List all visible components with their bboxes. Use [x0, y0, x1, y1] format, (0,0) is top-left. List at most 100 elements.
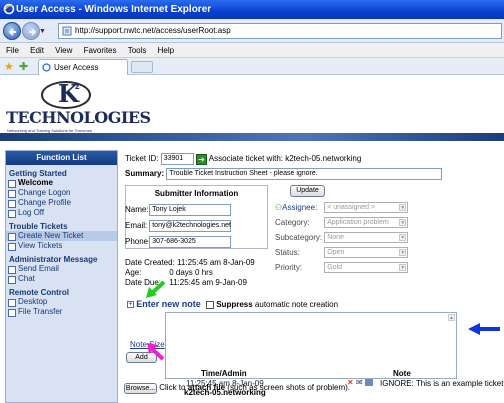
category-select[interactable]: Application problem ▼ — [324, 217, 409, 228]
status-value: Open — [327, 249, 345, 256]
status-label: Status: — [275, 247, 300, 257]
sidebar-item-send-email[interactable]: Send Email — [6, 264, 117, 274]
ie-page-icon — [42, 63, 51, 72]
menu-view[interactable]: View — [55, 43, 72, 58]
chevron-down-icon: ▼ — [399, 249, 407, 256]
name-label: Name: — [125, 205, 149, 215]
date-created-value: 11:25:45 am 8-Jan-09 — [177, 258, 255, 267]
back-arrow-icon — [8, 28, 16, 36]
tab-user-access[interactable]: User Access — [38, 59, 128, 75]
url-field[interactable]: http://support.nwtc.net/access/userRoot.… — [58, 23, 502, 39]
chevron-down-icon: ▼ — [399, 234, 407, 241]
menu-tools[interactable]: Tools — [128, 43, 147, 58]
tab-bar: ★ ✚ User Access — [0, 58, 504, 75]
sidebar-item-log-off[interactable]: Log Off — [6, 208, 117, 218]
logo-sup: 2 — [75, 82, 80, 91]
status-select[interactable]: Open ▼ — [324, 247, 409, 258]
email-field[interactable]: tony@k2technologies.net — [149, 220, 232, 232]
update-button[interactable]: Update — [290, 185, 325, 197]
menu-file[interactable]: File — [6, 43, 19, 58]
submitter-title: Submitter Information — [154, 189, 239, 198]
phone-label: Phone: — [125, 237, 151, 247]
sidebar-item-change-profile[interactable]: Change Profile — [6, 198, 117, 208]
ticket-form: Ticket ID: 33901 ➔ Associate ticket with… — [122, 150, 504, 403]
attach-pre: Click to — [159, 383, 186, 392]
age-label: Age: — [125, 268, 142, 277]
sidebar-item-view-tickets[interactable]: View Tickets — [6, 241, 117, 251]
sidebar-item-chat[interactable]: Chat — [6, 274, 117, 284]
chevron-down-icon: ▼ — [399, 264, 407, 271]
new-tab-button[interactable] — [131, 61, 153, 73]
forward-button[interactable] — [22, 22, 40, 40]
priority-value: Gold — [327, 264, 343, 271]
browse-button[interactable]: Browse... — [124, 383, 157, 394]
category-value: Application problem — [327, 219, 389, 226]
suppress-checkbox[interactable] — [205, 300, 214, 309]
row-time: 11:25:45 am 8-Jan-09 — [186, 379, 264, 388]
page-icon — [62, 26, 72, 36]
function-list-sidebar: Function List Getting Started Welcome Ch… — [5, 150, 118, 403]
name-field[interactable]: Tony Lojek — [149, 204, 232, 216]
k2-logo: K 2 TECHNOLOGIES Networking and Training… — [6, 79, 151, 141]
history-dropdown-icon[interactable]: ▼ — [39, 28, 46, 35]
suppress-label-bold: Suppress — [216, 300, 253, 309]
header-banner — [0, 133, 504, 141]
col-note: Note — [393, 369, 411, 378]
subcategory-select[interactable]: None ▼ — [324, 232, 409, 243]
delete-icon[interactable]: ✕ — [347, 378, 354, 387]
sidebar-item-desktop[interactable]: Desktop — [6, 297, 117, 307]
scroll-up-icon[interactable]: ▲ — [448, 314, 455, 321]
row-admin: k2tech-05.networking — [184, 388, 266, 397]
associate-value: k2tech-05.networking — [285, 154, 362, 164]
sidebar-item-change-logon[interactable]: Change Logon — [6, 188, 117, 198]
sidebar-item-welcome[interactable]: Welcome — [6, 178, 117, 188]
menu-bar: File Edit View Favorites Tools Help — [0, 43, 504, 58]
green-arrow-icon — [146, 280, 166, 298]
menu-help[interactable]: Help — [158, 43, 174, 58]
assignee-value: < unassigned > — [327, 204, 376, 211]
age-value: 0 days 0 hrs — [169, 268, 213, 277]
email-label: Email: — [125, 221, 148, 231]
row-actions: ✕ ✉ — [347, 378, 373, 387]
window-title: User Access - Windows Internet Explorer — [16, 4, 212, 15]
chevron-down-icon: ▼ — [399, 204, 407, 211]
priority-label: Priority: — [275, 262, 303, 272]
sidebar-item-create-new-ticket[interactable]: Create New Ticket — [6, 231, 117, 241]
summary-field[interactable]: Trouble Ticket Instruction Sheet - pleas… — [166, 168, 443, 180]
back-button[interactable] — [3, 22, 21, 40]
image-icon[interactable] — [364, 379, 373, 387]
sidebar-group-remote-control: Remote Control — [9, 288, 69, 297]
page-content: K 2 TECHNOLOGIES Networking and Training… — [0, 75, 504, 403]
date-created-label: Date Created: — [125, 258, 175, 267]
blue-arrow-icon — [468, 323, 500, 335]
favorites-star-icon[interactable]: ★ — [4, 60, 14, 73]
col-time-admin: Time/Admin — [201, 369, 247, 378]
date-due-value: 11:25:45 am 9-Jan-09 — [169, 278, 247, 287]
priority-select[interactable]: Gold ▼ — [324, 262, 409, 273]
assignee-label[interactable]: ⚇Assignee: — [275, 203, 322, 212]
url-text: http://support.nwtc.net/access/userRoot.… — [75, 26, 231, 35]
sidebar-item-file-transfer[interactable]: File Transfer — [6, 307, 117, 317]
sidebar-group-getting-started: Getting Started — [9, 169, 67, 178]
row-note: IGNORE: This is an example ticket for T — [380, 379, 504, 388]
logo-name: TECHNOLOGIES — [6, 108, 151, 127]
reply-icon[interactable]: ✉ — [356, 378, 363, 387]
ticket-id-label: Ticket ID: — [125, 154, 159, 164]
pink-arrow-icon — [147, 343, 165, 361]
associate-go-icon[interactable]: ➔ — [195, 153, 207, 165]
forward-arrow-icon — [29, 28, 37, 36]
phone-field[interactable]: 307-686-3025 — [149, 236, 232, 248]
sidebar-group-admin-message: Administrator Message — [9, 255, 98, 264]
assignee-select[interactable]: < unassigned > ▼ — [324, 202, 409, 213]
enter-new-note-link[interactable]: Enter new note — [136, 299, 201, 309]
sidebar-title: Function List — [6, 151, 117, 165]
add-favorite-icon[interactable]: ✚ — [19, 60, 28, 73]
suppress-label-rest: automatic note creation — [254, 300, 339, 309]
address-bar: ▼ http://support.nwtc.net/access/userRoo… — [0, 19, 504, 43]
ticket-id-field[interactable]: 33901 — [160, 153, 194, 165]
expand-toggle-icon[interactable]: + — [127, 301, 134, 309]
menu-edit[interactable]: Edit — [30, 43, 44, 58]
menu-favorites[interactable]: Favorites — [84, 43, 117, 58]
chevron-down-icon: ▼ — [399, 219, 407, 226]
ie-logo-icon — [3, 3, 15, 15]
